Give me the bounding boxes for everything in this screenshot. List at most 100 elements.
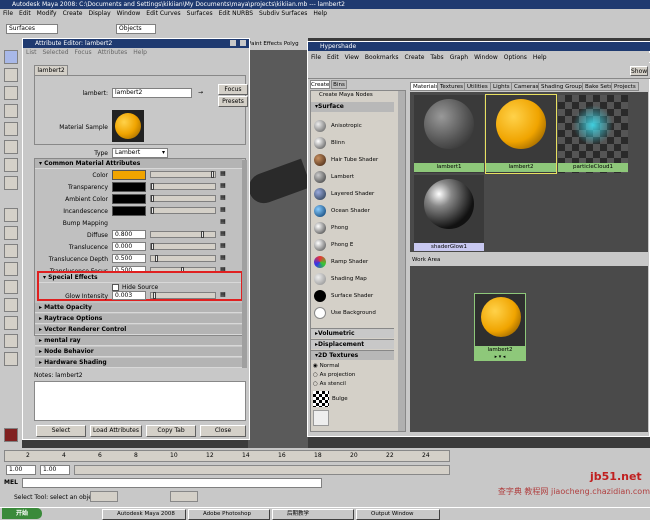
layout-dope-icon[interactable] <box>4 334 18 348</box>
hs-menu-options[interactable]: Options <box>504 54 527 61</box>
layout-custom-icon[interactable] <box>4 352 18 366</box>
hs-menu-window[interactable]: Window <box>474 54 498 61</box>
copy-tab-button[interactable]: Copy Tab <box>146 425 196 437</box>
map-button-icon[interactable]: ▦ <box>220 206 228 214</box>
section-mental-ray[interactable]: ▸ mental ray <box>35 336 242 346</box>
bulge-icon[interactable] <box>313 391 329 407</box>
node-lambert[interactable]: Lambert <box>311 169 393 185</box>
tab-create[interactable]: Create <box>310 80 330 89</box>
diffuse-slider[interactable] <box>150 231 216 238</box>
tab-bins[interactable]: Bins <box>331 80 347 89</box>
tab-lights[interactable]: Lights <box>490 82 513 91</box>
menu-file[interactable]: File <box>3 10 13 17</box>
menu-edit-nurbs[interactable]: Edit NURBS <box>219 10 253 17</box>
node-phong[interactable]: Phong <box>311 220 393 236</box>
close-button[interactable]: Close <box>200 425 246 437</box>
layout-hypershade-icon[interactable] <box>4 298 18 312</box>
menu-help[interactable]: Help <box>313 10 327 17</box>
glow-intensity-slider-knob[interactable] <box>153 292 156 299</box>
lasso-tool-icon[interactable] <box>4 68 18 82</box>
scale-tool-icon[interactable] <box>4 140 18 154</box>
incandescence-swatch[interactable] <box>112 206 146 216</box>
menu-edit[interactable]: Edit <box>19 10 31 17</box>
menu-subdiv[interactable]: Subdiv Surfaces <box>259 10 307 17</box>
translucence-depth-field[interactable]: 0.500 <box>112 254 146 263</box>
swatch-shaderglow1[interactable]: shaderGlow1 <box>414 175 484 251</box>
layout-render-icon[interactable] <box>4 316 18 330</box>
work-node-lambert2[interactable]: lambert2 ▸ ▾ ◂ <box>474 293 526 361</box>
load-attributes-button[interactable]: Load Attributes <box>90 425 142 437</box>
translucence-slider[interactable] <box>150 243 216 250</box>
work-area-tab[interactable]: Work Area <box>410 256 648 265</box>
create-maya-nodes-header[interactable]: Create Maya Nodes <box>311 91 394 100</box>
surface-section[interactable]: ▾Surface <box>311 102 394 112</box>
layout-persp-icon[interactable] <box>4 244 18 258</box>
map-button-icon[interactable]: ▦ <box>220 230 228 238</box>
radio-as-stencil[interactable]: ○ As stencil <box>313 381 346 387</box>
ae-menu-selected[interactable]: Selected <box>43 49 69 56</box>
displacement-section[interactable]: ▸Displacement <box>311 339 394 349</box>
shelf-tab-polyg[interactable]: Polyg <box>284 41 299 47</box>
tab-textures[interactable]: Textures <box>437 82 466 91</box>
layout-four-icon[interactable] <box>4 226 18 240</box>
taskbar-maya[interactable]: Autodesk Maya 2008 <box>102 509 186 520</box>
transparency-slider-knob[interactable] <box>151 183 154 190</box>
transparency-swatch[interactable] <box>112 182 146 192</box>
ae-menu-list[interactable]: List <box>26 49 37 56</box>
swatch-lambert2[interactable]: lambert2 <box>485 94 557 174</box>
checker-icon[interactable] <box>313 410 329 426</box>
color-slider-knob[interactable] <box>211 171 214 178</box>
section-special-effects[interactable]: ▾ Special Effects <box>39 273 241 283</box>
ambient-swatch[interactable] <box>112 194 146 204</box>
hs-menu-bookmarks[interactable]: Bookmarks <box>365 54 399 61</box>
translucence-depth-slider-knob[interactable] <box>155 255 158 262</box>
node-surface-shader[interactable]: Surface Shader <box>311 288 393 304</box>
menu-surfaces[interactable]: Surfaces <box>187 10 213 17</box>
select-button[interactable]: Select <box>36 425 86 437</box>
node-blinn[interactable]: Blinn <box>311 135 393 151</box>
command-line-input[interactable] <box>22 478 322 488</box>
node-use-background[interactable]: Use Background <box>311 305 393 321</box>
ambient-slider-knob[interactable] <box>151 195 154 202</box>
map-button-icon[interactable]: ▦ <box>220 182 228 190</box>
hide-source-checkbox[interactable] <box>112 284 119 291</box>
radio-as-projection[interactable]: ○ As projection <box>313 372 355 378</box>
taskbar-photoshop[interactable]: Adobe Photoshop <box>188 509 270 520</box>
select-tool-icon[interactable] <box>4 50 18 64</box>
diffuse-field[interactable]: 0.800 <box>112 230 146 239</box>
notes-textarea[interactable] <box>34 381 246 421</box>
minimized-window-1[interactable] <box>90 491 118 502</box>
2d-textures-section[interactable]: ▾2D Textures <box>311 350 394 360</box>
taskbar-folder[interactable]: 后期教学 <box>272 509 354 520</box>
rotate-tool-icon[interactable] <box>4 122 18 136</box>
current-time-field[interactable]: 1.00 <box>40 465 70 475</box>
ae-menu-attributes[interactable]: Attributes <box>98 49 128 56</box>
menu-window[interactable]: Window <box>117 10 141 17</box>
node-shading-map[interactable]: Shading Map <box>311 271 393 287</box>
map-button-icon[interactable]: ▦ <box>220 254 228 262</box>
close-icon[interactable] <box>240 40 246 46</box>
translucence-depth-slider[interactable] <box>150 255 216 262</box>
section-raytrace[interactable]: ▸ Raytrace Options <box>35 314 242 324</box>
translucence-slider-knob[interactable] <box>151 243 154 250</box>
name-field[interactable]: lambert2 <box>112 88 192 98</box>
type-dropdown[interactable]: Lambert ▾ <box>112 148 168 158</box>
glow-intensity-field[interactable]: 0.003 <box>112 291 146 300</box>
ae-menu-help[interactable]: Help <box>133 49 147 56</box>
section-vector[interactable]: ▸ Vector Renderer Control <box>35 325 242 335</box>
hs-menu-tabs[interactable]: Tabs <box>430 54 443 61</box>
map-button-icon[interactable]: ▦ <box>220 170 228 178</box>
color-swatch[interactable] <box>112 170 146 180</box>
hs-menu-view[interactable]: View <box>345 54 359 61</box>
volumetric-section[interactable]: ▸Volumetric <box>311 328 394 338</box>
manipulator-tool-icon[interactable] <box>4 158 18 172</box>
create-panel-scrollbar[interactable] <box>398 91 405 431</box>
menu-create[interactable]: Create <box>63 10 83 17</box>
section-matte-opacity[interactable]: ▸ Matte Opacity <box>35 303 242 313</box>
node-ramp[interactable]: Ramp Shader <box>311 254 393 270</box>
tab-shading-groups[interactable]: Shading Groups <box>538 82 588 91</box>
node-anisotropic[interactable]: Anisotropic <box>311 118 393 134</box>
hs-menu-help[interactable]: Help <box>533 54 547 61</box>
objects-field[interactable]: Objects <box>116 24 156 34</box>
color-slider[interactable] <box>150 171 216 178</box>
